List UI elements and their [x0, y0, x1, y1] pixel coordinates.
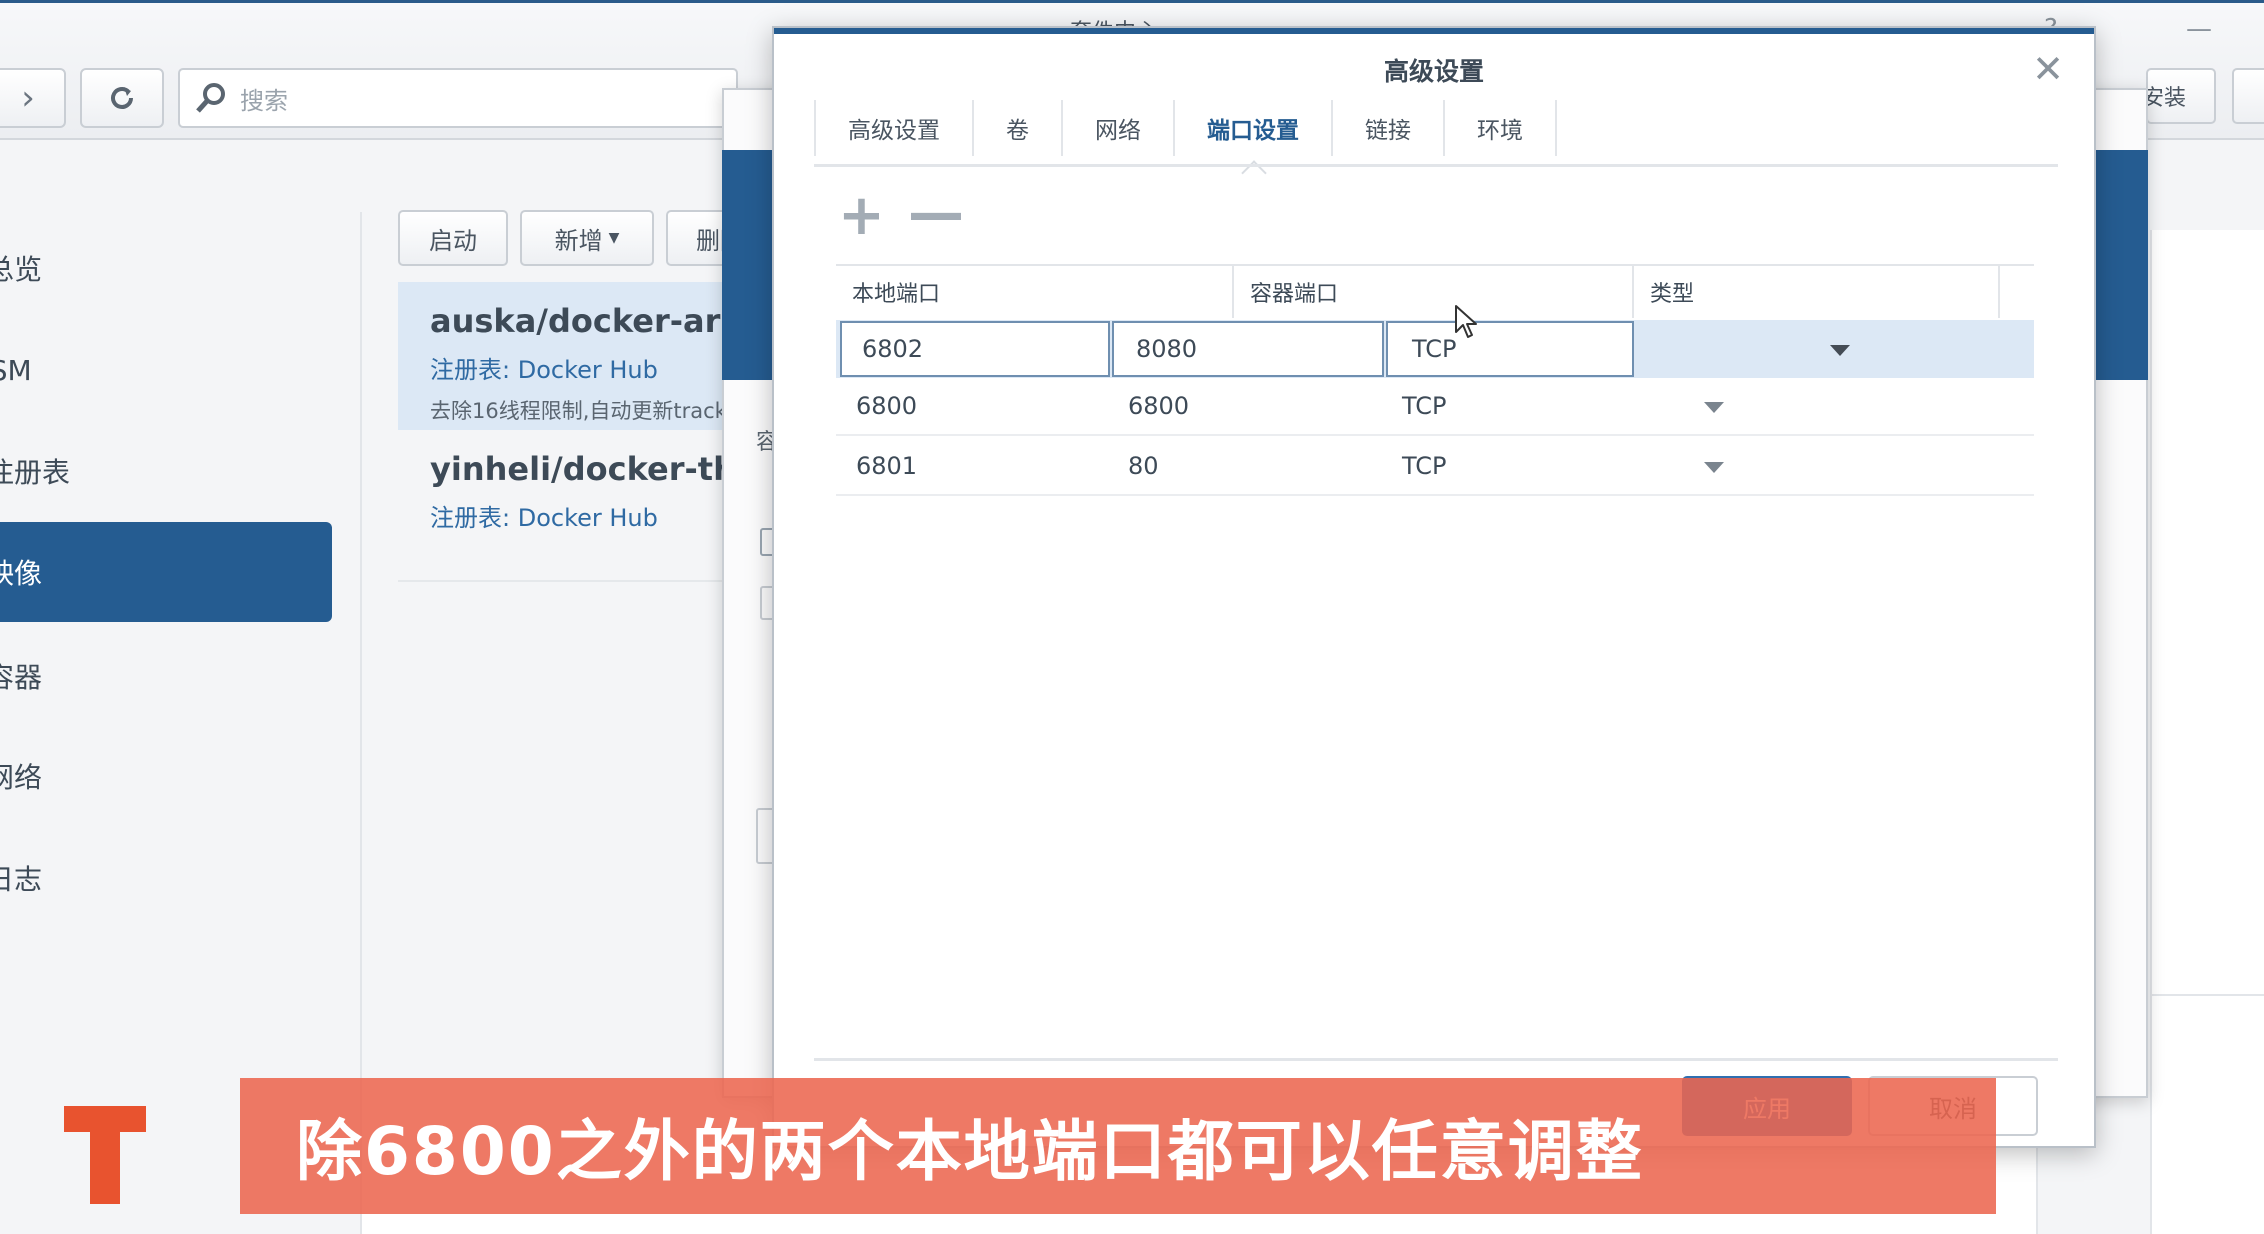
chevron-right-icon: › [21, 78, 35, 118]
image-list-item[interactable]: yinheli/docker-thunder-xware 注册表: Docker… [398, 446, 738, 566]
dialog-title: 高级设置 [1383, 57, 1484, 86]
type-cell[interactable]: TCP [1382, 438, 1748, 494]
mouse-cursor-icon [1455, 305, 1477, 338]
image-registry: 注册表: Docker Hub [430, 356, 658, 384]
caret-down-icon: ▼ [608, 230, 620, 246]
tab-bar: 高级设置 卷 网络 端口设置 链接 环境 [814, 100, 1557, 188]
sidebar-item-image[interactable]: 映像 [0, 522, 332, 622]
footer-divider [814, 1058, 2058, 1061]
refresh-icon [111, 87, 133, 109]
search-icon [196, 83, 225, 113]
list-divider [398, 580, 728, 582]
sidebar-item-overview[interactable]: 总览 [0, 218, 332, 318]
tab-advanced[interactable]: 高级设置 [814, 100, 974, 156]
right-panel [2150, 230, 2264, 1234]
new-button[interactable]: 新增 ▼ [520, 210, 654, 266]
image-list-item[interactable]: auska/docker-aria2-ariang 注册表: Docker Hu… [398, 282, 738, 430]
close-icon[interactable]: ✕ [2032, 50, 2064, 88]
tab-divider [814, 164, 2058, 167]
table-row[interactable]: 6802 8080 TCP [836, 320, 2034, 378]
tab-port-settings[interactable]: 端口设置 [1175, 100, 1333, 156]
sidebar-item-network[interactable]: 网络 [0, 726, 332, 826]
type-cell[interactable]: TCP [1386, 321, 2000, 377]
minimize-icon[interactable]: — [2186, 14, 2212, 44]
dialog-top-accent [774, 28, 2094, 34]
tab-environment[interactable]: 环境 [1445, 100, 1557, 156]
remove-port-button[interactable]: — [908, 186, 964, 242]
port-table-header: 本地端口 容器端口 类型 [836, 264, 2034, 318]
search-placeholder: 搜索 [240, 86, 288, 115]
sidebar-item-log[interactable]: 日志 [0, 828, 332, 928]
sidebar-item-ssm[interactable]: SSM [0, 320, 332, 420]
right-panel-divider [2150, 994, 2264, 996]
column-header-container-port[interactable]: 容器端口 [1234, 266, 1634, 318]
install-button[interactable]: 安装 [2146, 68, 2216, 124]
channel-logo-icon [64, 1106, 146, 1204]
sidebar-item-registry[interactable]: 注册表 [0, 421, 332, 521]
dropdown-arrow-icon[interactable] [1704, 462, 1724, 473]
column-header-type[interactable]: 类型 [1634, 266, 2000, 318]
image-description: 去除16线程限制,自动更新tracker [430, 399, 738, 423]
tab-volume[interactable]: 卷 [974, 100, 1063, 156]
sidebar-item-container[interactable]: 容器 [0, 626, 332, 726]
tab-links[interactable]: 链接 [1333, 100, 1445, 156]
advanced-settings-dialog: 高级设置 ✕ 高级设置 卷 网络 端口设置 链接 环境 + — 本地端口 容器端… [772, 26, 2096, 1148]
image-name: yinheli/docker-thunder-xware [430, 450, 738, 488]
dropdown-arrow-icon [1830, 345, 1850, 356]
image-name: auska/docker-aria2-ariang [430, 302, 738, 340]
add-port-button[interactable]: + [838, 188, 885, 244]
column-header-local-port[interactable]: 本地端口 [836, 266, 1234, 318]
subtitle-band: 除6800之外的两个本地端口都可以任意调整 [240, 1078, 1996, 1214]
tab-network[interactable]: 网络 [1063, 100, 1175, 156]
subtitle-text: 除6800之外的两个本地端口都可以任意调整 [296, 1113, 1644, 1190]
start-button[interactable]: 启动 [398, 210, 508, 266]
dropdown-arrow-icon[interactable] [1704, 402, 1724, 413]
refresh-button[interactable] [80, 68, 164, 128]
toolbar-button-partial[interactable] [2232, 68, 2264, 124]
table-row[interactable]: 6800 6800 TCP [836, 378, 2034, 436]
type-cell[interactable]: TCP [1382, 378, 1748, 434]
search-input[interactable]: 搜索 [178, 68, 738, 128]
window-top-accent [0, 0, 2264, 3]
image-registry: 注册表: Docker Hub [430, 504, 658, 532]
table-row[interactable]: 6801 80 TCP [836, 438, 2034, 496]
forward-button[interactable]: › [0, 68, 66, 128]
